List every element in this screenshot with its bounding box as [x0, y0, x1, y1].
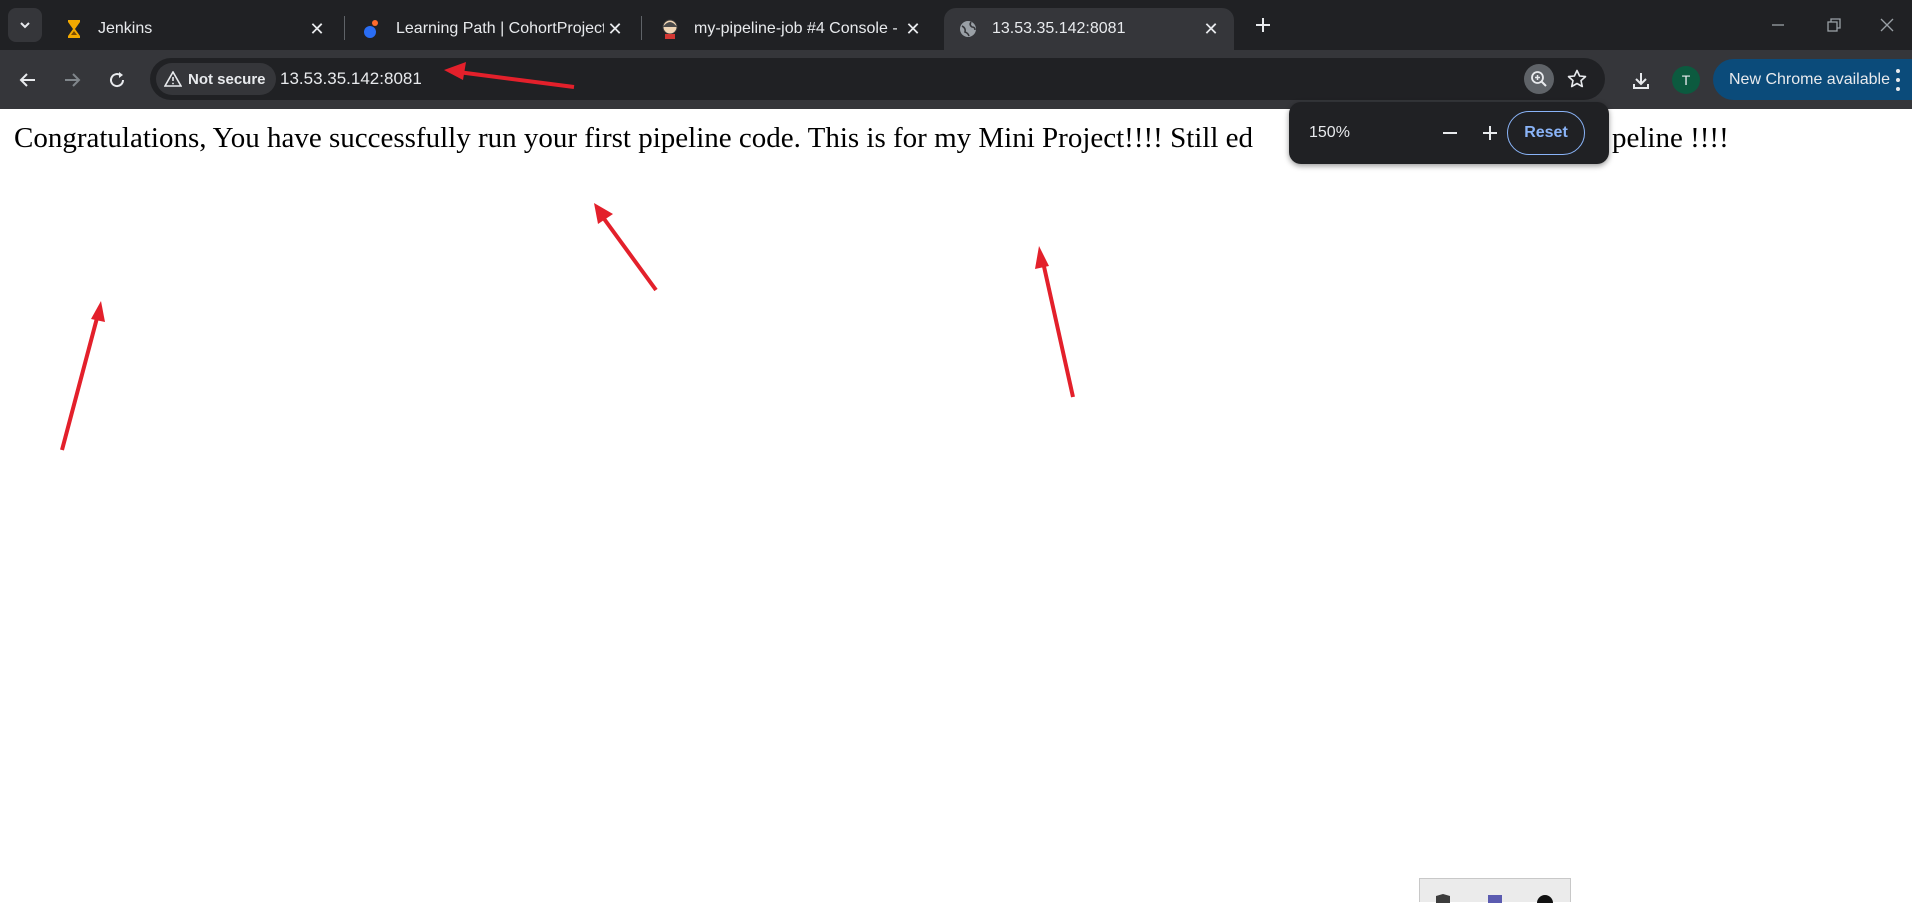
- restore-button[interactable]: [1806, 0, 1862, 50]
- zoom-reset-button[interactable]: Reset: [1507, 111, 1585, 155]
- arrow-right-icon: [65, 73, 81, 87]
- zoom-popup: 150% Reset: [1289, 102, 1609, 164]
- update-chrome-button[interactable]: New Chrome available: [1713, 59, 1912, 100]
- plus-icon: [1483, 126, 1497, 140]
- zoom-indicator-button[interactable]: [1524, 64, 1554, 94]
- tab-close-button[interactable]: ✕: [902, 18, 924, 40]
- tab-search-button[interactable]: [8, 8, 42, 42]
- arrow-left-icon: [19, 73, 35, 87]
- cohort-logo-icon: [362, 19, 382, 39]
- annotation-arrow: [60, 301, 105, 451]
- download-icon: [1633, 73, 1649, 89]
- zoom-in-icon: [1531, 71, 1547, 87]
- hourglass-icon: [64, 19, 84, 39]
- tab-separator: [344, 16, 345, 40]
- browser-toolbar: Not secure 13.53.35.142:8081 T New Chrom…: [0, 50, 1912, 109]
- tab-title: my-pipeline-job #4 Console - Je: [694, 20, 902, 37]
- tab-separator: [641, 16, 642, 40]
- tab-pipeline-console[interactable]: my-pipeline-job #4 Console - Je ✕: [646, 8, 936, 50]
- star-icon: [1567, 69, 1587, 88]
- minimize-button[interactable]: [1750, 0, 1806, 50]
- chevron-down-icon: [20, 22, 30, 29]
- taskbar-tray-fragment: [1419, 878, 1571, 903]
- more-menu-icon[interactable]: [1892, 67, 1904, 93]
- page-message: Congratulations, You have successfully r…: [14, 122, 1253, 155]
- globe-icon: [958, 19, 978, 39]
- annotation-arrow: [594, 203, 658, 292]
- annotation-arrow: [1035, 246, 1075, 398]
- new-tab-button[interactable]: [1246, 8, 1280, 42]
- tab-strip: Jenkins ✕ Learning Path | CohortProject …: [0, 0, 1912, 50]
- reload-button[interactable]: [99, 62, 135, 98]
- back-button[interactable]: [10, 62, 46, 98]
- jenkins-butler-icon: [660, 19, 680, 39]
- plus-icon: [1256, 18, 1270, 32]
- tab-title: Jenkins: [98, 20, 153, 37]
- tab-learning-path[interactable]: Learning Path | CohortProject | L ✕: [348, 8, 638, 50]
- tab-close-button[interactable]: ✕: [604, 18, 626, 40]
- minus-icon: [1443, 132, 1457, 134]
- tab-title: Learning Path | CohortProject | L: [396, 20, 604, 37]
- bookmark-button[interactable]: [1564, 66, 1590, 92]
- warning-icon: [164, 71, 182, 87]
- tab-jenkins[interactable]: Jenkins ✕: [50, 8, 340, 50]
- downloads-button[interactable]: [1624, 64, 1658, 98]
- minimize-icon: [1772, 24, 1784, 26]
- page-message-tail: peline !!!!: [1612, 122, 1729, 155]
- tab-close-button[interactable]: ✕: [1200, 18, 1222, 40]
- restore-icon: [1827, 18, 1841, 32]
- zoom-out-button[interactable]: [1435, 118, 1465, 148]
- site-security-chip[interactable]: Not secure: [156, 63, 276, 95]
- message-tail-text: peline !!!!: [1612, 122, 1729, 154]
- tab-title: 13.53.35.142:8081: [992, 20, 1126, 37]
- zoom-level-text: 150%: [1309, 124, 1350, 141]
- close-icon: [1880, 18, 1894, 32]
- url-text[interactable]: 13.53.35.142:8081: [280, 58, 422, 100]
- tab-active-site[interactable]: 13.53.35.142:8081 ✕: [944, 8, 1234, 50]
- reload-icon: [110, 72, 125, 88]
- security-label: Not secure: [188, 70, 266, 88]
- update-label: New Chrome available: [1729, 70, 1890, 88]
- close-window-button[interactable]: [1862, 0, 1912, 50]
- profile-avatar[interactable]: T: [1672, 66, 1700, 94]
- forward-button[interactable]: [54, 62, 90, 98]
- address-bar[interactable]: Not secure 13.53.35.142:8081: [150, 58, 1605, 100]
- zoom-in-button[interactable]: [1475, 118, 1505, 148]
- message-text: Congratulations, You have successfully r…: [14, 122, 1254, 154]
- tab-close-button[interactable]: ✕: [306, 18, 328, 40]
